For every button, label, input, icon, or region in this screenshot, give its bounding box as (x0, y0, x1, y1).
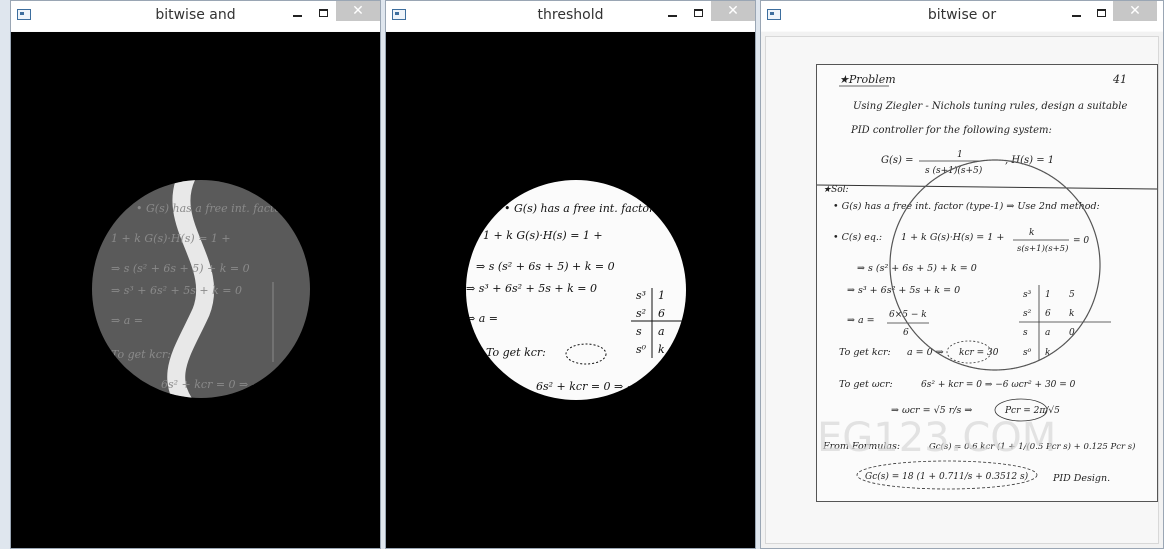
text-fragment: ⇒ s (s² + 6s + 5) + k = 0 (111, 262, 250, 275)
minimize-icon (1071, 15, 1081, 17)
routh-cell: a (1045, 328, 1050, 338)
routh-cell: 1 (658, 289, 665, 302)
text-fragment: ⇒ s³ + 6s² + 5s + k = 0 (466, 282, 597, 295)
routh-cell: s⁰ (1023, 348, 1032, 358)
routh-cell: 6 (658, 307, 665, 320)
solution-line: • G(s) has a free int. factor (type-1) ⇒… (833, 201, 1100, 212)
text-fragment: ⇒ s³ + 6s² + 5s + k = 0 (111, 284, 242, 297)
polynomial-line: ⇒ s (s² + 6s + 5) + k = 0 (857, 263, 977, 274)
text-fragment: 6s² + kcr = 0 ⇒ −6 ωcr² + 30 = 0 (536, 380, 725, 393)
text-fragment: ⇒ a = (466, 312, 498, 325)
wcr-equation: 6s² + kcr = 0 ⇒ −6 ωcr² + 30 = 0 (921, 380, 1076, 390)
close-button[interactable]: ✕ (1113, 1, 1157, 21)
window-threshold[interactable]: threshold ✕ • G(s) has a free int. facto… (385, 0, 756, 549)
final-tag: PID Design. (1052, 473, 1110, 484)
minimize-button[interactable] (287, 5, 307, 23)
routh-cell: 6 (1045, 309, 1051, 319)
final-equation: Gc(s) = 18 (1 + 0.711/s + 0.3512 s) (865, 471, 1029, 482)
solution-line: 1 + k G(s)·H(s) = 1 + (901, 232, 1004, 243)
routh-cell: s (1023, 328, 1028, 338)
ch-end: = 0 (1073, 236, 1089, 246)
text-fragment: • G(s) has a free int. factor (type-1) ⇒… (136, 202, 380, 215)
masked-image: • G(s) has a free int. factor (type-1) ⇒… (466, 180, 755, 400)
feedback-function: , H(s) = 1 (1005, 155, 1054, 166)
routh-cell: k (658, 343, 665, 356)
window-bitwise-or[interactable]: bitwise or ✕ ★Problem 41 Using Ziegler -… (760, 0, 1164, 549)
masked-image: • G(s) has a free int. factor (type-1) ⇒… (92, 180, 380, 398)
text-fragment: 1 + k G(s)·H(s) = 1 + (111, 232, 231, 245)
image-canvas: ★Problem 41 Using Ziegler - Nichols tuni… (761, 32, 1163, 548)
text-fragment: 1 + k G(s)·H(s) = 1 + (483, 229, 603, 242)
routh-cell: 1 (1045, 290, 1051, 300)
minimize-icon (667, 15, 677, 17)
kcr-value: kcr = 30 (959, 348, 999, 358)
window-bitwise-and[interactable]: bitwise and ✕ • G(s) has a free int. fac… (10, 0, 381, 549)
maximize-button[interactable] (313, 5, 333, 23)
image-canvas: • G(s) has a free int. factor (type-1) ⇒… (11, 32, 380, 548)
close-icon: ✕ (727, 3, 739, 19)
routh-cell: s² (1023, 309, 1032, 319)
routh-cell: 5 (1069, 290, 1075, 300)
text-fragment: To get kcr: (486, 346, 546, 359)
problem-line: Using Ziegler - Nichols tuning rules, de… (853, 101, 1128, 112)
ch-denominator: s(s+1)(s+5) (1017, 243, 1068, 254)
title-bar[interactable]: bitwise and ✕ (11, 1, 380, 31)
a-numerator: 6×5 − k (889, 310, 927, 320)
text-fragment: ⇒ s (s² + 6s + 5) + k = 0 (476, 260, 615, 273)
text-fragment: ⇒ a = (111, 314, 143, 327)
text-fragment: To get kcr: (111, 348, 171, 361)
text-fragment: 6s² + kcr = 0 ⇒ −6 ωcr² + 30 = 0 (161, 378, 350, 391)
close-icon: ✕ (352, 3, 364, 19)
maximize-icon (693, 9, 703, 17)
close-button[interactable]: ✕ (711, 1, 755, 21)
polynomial-line: ⇒ s³ + 6s² + 5s + k = 0 (847, 285, 960, 296)
kcr-equation: a = 0 ⇒ (907, 347, 944, 358)
minimize-icon (292, 15, 302, 17)
a-denominator: 6 (903, 328, 909, 338)
scanned-page: ★Problem 41 Using Ziegler - Nichols tuni… (765, 36, 1159, 544)
title-bar[interactable]: bitwise or ✕ (761, 1, 1163, 31)
close-icon: ✕ (1129, 3, 1141, 19)
kcr-label: To get kcr: (839, 347, 891, 358)
solution-line: • C(s) eq.: (833, 232, 882, 243)
minimize-button[interactable] (1066, 5, 1086, 23)
wcr-label: To get ωcr: (839, 379, 893, 390)
handwritten-notes: ★Problem 41 Using Ziegler - Nichols tuni… (816, 73, 1158, 490)
problem-heading: ★Problem (839, 73, 896, 86)
maximize-icon (1096, 9, 1106, 17)
transfer-function: G(s) = (881, 155, 913, 166)
problem-line: PID controller for the following system: (850, 125, 1052, 136)
ch-numerator: k (1029, 228, 1034, 238)
routh-cell: s³ (1023, 290, 1032, 300)
gs-numerator: 1 (957, 150, 963, 160)
title-bar[interactable]: threshold ✕ (386, 1, 755, 31)
routh-cell: s³ (636, 289, 646, 302)
routh-cell: s² (636, 307, 646, 320)
minimize-button[interactable] (662, 5, 682, 23)
routh-cell: a (658, 325, 665, 338)
text-fragment: • G(s) has a free int. factor (type-1) ⇒… (504, 202, 755, 215)
maximize-button[interactable] (1091, 5, 1111, 23)
image-canvas: • G(s) has a free int. factor (type-1) ⇒… (386, 32, 755, 548)
a-equation: ⇒ a = (847, 315, 875, 326)
maximize-icon (318, 9, 328, 17)
page-number: 41 (1112, 73, 1127, 86)
maximize-button[interactable] (688, 5, 708, 23)
routh-cell: s (636, 325, 642, 338)
routh-cell: k (1069, 309, 1074, 319)
notes-sheet: ★Problem 41 Using Ziegler - Nichols tuni… (816, 64, 1158, 502)
solution-label: ★Sol: (823, 185, 849, 195)
watermark: EG123.COM (817, 415, 1056, 461)
gs-denominator: s (s+1)(s+5) (925, 165, 983, 176)
routh-cell: s⁰ (636, 343, 647, 356)
close-button[interactable]: ✕ (336, 1, 380, 21)
